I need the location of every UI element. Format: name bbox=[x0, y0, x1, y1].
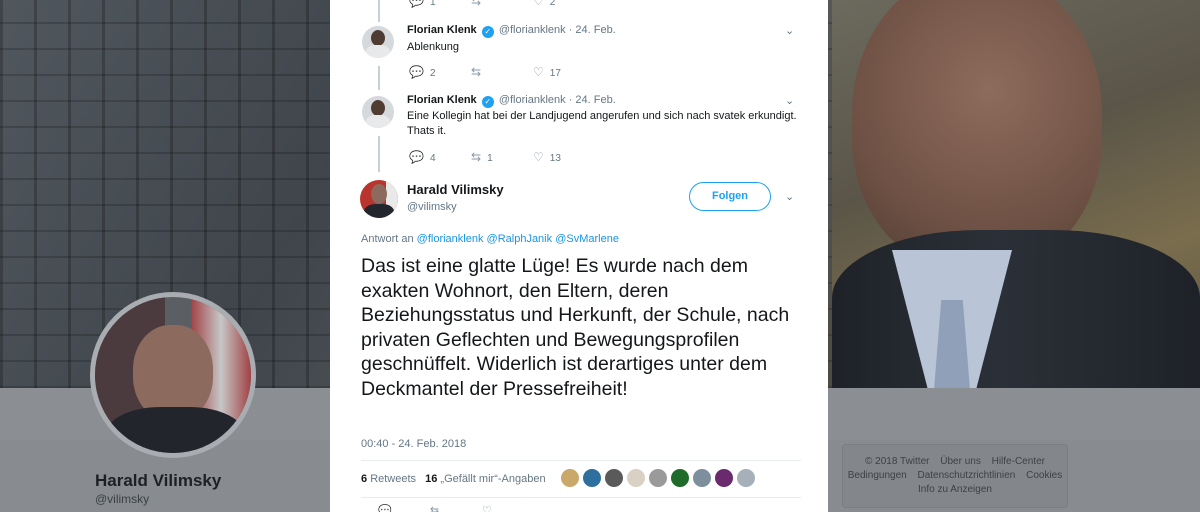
likes-stat[interactable]: 16 „Gefällt mir“-Angaben bbox=[425, 473, 545, 485]
like-count: 17 bbox=[549, 68, 561, 79]
liker-avatar[interactable] bbox=[671, 469, 689, 487]
like-icon: ♡ bbox=[533, 65, 544, 79]
author-name[interactable]: Harald Vilimsky bbox=[407, 182, 504, 197]
verified-icon: ✓ bbox=[481, 26, 494, 38]
reply-tweet[interactable]: Florian Klenk ✓ @florianklenk · 24. Feb.… bbox=[330, 22, 828, 88]
profile-handle: @vilimsky bbox=[95, 492, 150, 506]
like-count: 16 bbox=[425, 473, 438, 485]
tweet-text-line: Thats it. bbox=[407, 125, 447, 137]
reply-action[interactable]: 💬 2 bbox=[409, 65, 471, 79]
retweet-action[interactable]: ⇆ 1 bbox=[471, 150, 533, 164]
liker-avatar[interactable] bbox=[737, 469, 755, 487]
author-name[interactable]: Florian Klenk bbox=[407, 24, 477, 36]
footer-link-about[interactable]: Über uns bbox=[940, 456, 981, 467]
liker-avatar[interactable] bbox=[583, 469, 601, 487]
footer-copyright: © 2018 Twitter bbox=[865, 456, 930, 467]
reply-count: 1 bbox=[429, 0, 436, 8]
retweet-icon: ⇆ bbox=[471, 0, 482, 8]
reply-context: Antwort an @florianklenk @RalphJanik @Sv… bbox=[361, 233, 619, 245]
footer-links: © 2018 Twitter Über uns Hilfe-Center Bed… bbox=[842, 444, 1068, 508]
author-handle[interactable]: @vilimsky bbox=[407, 201, 457, 213]
retweet-action[interactable]: ⇆ bbox=[471, 65, 533, 79]
reply-count: 4 bbox=[429, 153, 436, 164]
author-handle: @florianklenk bbox=[498, 24, 566, 36]
retweet-count: 6 bbox=[361, 473, 368, 485]
like-count: 2 bbox=[549, 0, 556, 8]
reply-icon: 💬 bbox=[409, 150, 424, 164]
footer-link-privacy[interactable]: Datenschutzrichtlinien bbox=[917, 470, 1015, 481]
tweet-modal: 💬 1 ⇆ ♡ 2 Florian Klenk ✓ @florianklenk · 24… bbox=[330, 0, 828, 512]
author-name[interactable]: Florian Klenk bbox=[407, 94, 477, 106]
mention-link[interactable]: @SvMarlene bbox=[555, 233, 619, 245]
likes-label: „Gefällt mir“-Angaben bbox=[440, 473, 546, 485]
reply-tweet[interactable]: Florian Klenk ✓ @florianklenk · 24. Feb.… bbox=[330, 92, 828, 172]
retweets-stat[interactable]: 6 Retweets bbox=[361, 473, 416, 485]
mention-link[interactable]: @RalphJanik bbox=[487, 233, 553, 245]
previous-tweet-actions: 💬 1 ⇆ ♡ 2 bbox=[330, 0, 828, 10]
avatar[interactable] bbox=[362, 96, 394, 128]
avatar[interactable] bbox=[362, 26, 394, 58]
retweet-action[interactable]: ⇆ bbox=[471, 0, 533, 8]
retweet-count: 1 bbox=[487, 153, 493, 164]
mention-link[interactable]: @florianklenk bbox=[417, 233, 484, 245]
tweet-date[interactable]: · 24. Feb. bbox=[569, 94, 616, 106]
like-count: 13 bbox=[549, 153, 561, 164]
tweet-text-line: Eine Kollegin hat bei der Landjugend ang… bbox=[407, 110, 797, 122]
tweet-stats: 6 Retweets 16 „Gefällt mir“-Angaben bbox=[361, 473, 546, 485]
tweet-text: Eine Kollegin hat bei der Landjugend ang… bbox=[407, 109, 807, 139]
like-icon[interactable]: ♡ bbox=[482, 504, 534, 512]
reply-icon[interactable]: 💬 bbox=[378, 504, 430, 512]
divider bbox=[361, 497, 801, 498]
reply-icon: 💬 bbox=[409, 0, 424, 8]
reply-icon: 💬 bbox=[409, 65, 424, 79]
reply-prefix: Antwort an bbox=[361, 233, 414, 245]
liker-avatar[interactable] bbox=[649, 469, 667, 487]
like-action[interactable]: ♡ 13 bbox=[533, 150, 595, 164]
reply-action[interactable]: 💬 4 bbox=[409, 150, 471, 164]
tweet-text: Ablenkung bbox=[407, 41, 459, 53]
footer-link-terms[interactable]: Bedingungen bbox=[848, 470, 907, 481]
profile-name[interactable]: Harald Vilimsky bbox=[95, 471, 221, 491]
footer-link-cookies[interactable]: Cookies bbox=[1026, 470, 1062, 481]
liker-avatars bbox=[561, 469, 759, 491]
liker-avatar[interactable] bbox=[715, 469, 733, 487]
avatar[interactable] bbox=[360, 180, 398, 218]
author-handle: @florianklenk bbox=[498, 94, 566, 106]
main-tweet-actions: 💬 ⇆ ♡ bbox=[378, 504, 534, 512]
reply-action[interactable]: 💬 1 bbox=[409, 0, 471, 8]
liker-avatar[interactable] bbox=[627, 469, 645, 487]
liker-avatar[interactable] bbox=[561, 469, 579, 487]
liker-avatar[interactable] bbox=[693, 469, 711, 487]
like-icon: ♡ bbox=[533, 150, 544, 164]
divider bbox=[361, 460, 801, 461]
retweet-icon: ⇆ bbox=[471, 150, 482, 164]
like-action[interactable]: ♡ 17 bbox=[533, 65, 595, 79]
profile-avatar[interactable] bbox=[90, 292, 256, 458]
tweet-timestamp[interactable]: 00:40 - 24. Feb. 2018 bbox=[361, 438, 466, 450]
banner-photo bbox=[832, 0, 1200, 388]
follow-button[interactable]: Folgen bbox=[689, 182, 771, 211]
retweets-label: Retweets bbox=[370, 473, 417, 485]
chevron-down-icon[interactable]: ⌄ bbox=[785, 190, 794, 203]
like-icon: ♡ bbox=[533, 0, 544, 8]
chevron-down-icon[interactable]: ⌄ bbox=[785, 94, 794, 107]
retweet-icon[interactable]: ⇆ bbox=[430, 504, 482, 512]
footer-link-help[interactable]: Hilfe-Center bbox=[992, 456, 1045, 467]
liker-avatar[interactable] bbox=[605, 469, 623, 487]
like-action[interactable]: ♡ 2 bbox=[533, 0, 595, 8]
verified-icon: ✓ bbox=[481, 96, 494, 108]
reply-count: 2 bbox=[429, 68, 436, 79]
tweet-date[interactable]: · 24. Feb. bbox=[569, 24, 616, 36]
chevron-down-icon[interactable]: ⌄ bbox=[785, 24, 794, 37]
main-tweet-text: Das ist eine glatte Lüge! Es wurde nach … bbox=[361, 255, 790, 400]
footer-link-ads[interactable]: Info zu Anzeigen bbox=[918, 484, 992, 495]
main-tweet-header: Harald Vilimsky @vilimsky Folgen ⌄ bbox=[330, 178, 828, 228]
retweet-icon: ⇆ bbox=[471, 65, 482, 79]
